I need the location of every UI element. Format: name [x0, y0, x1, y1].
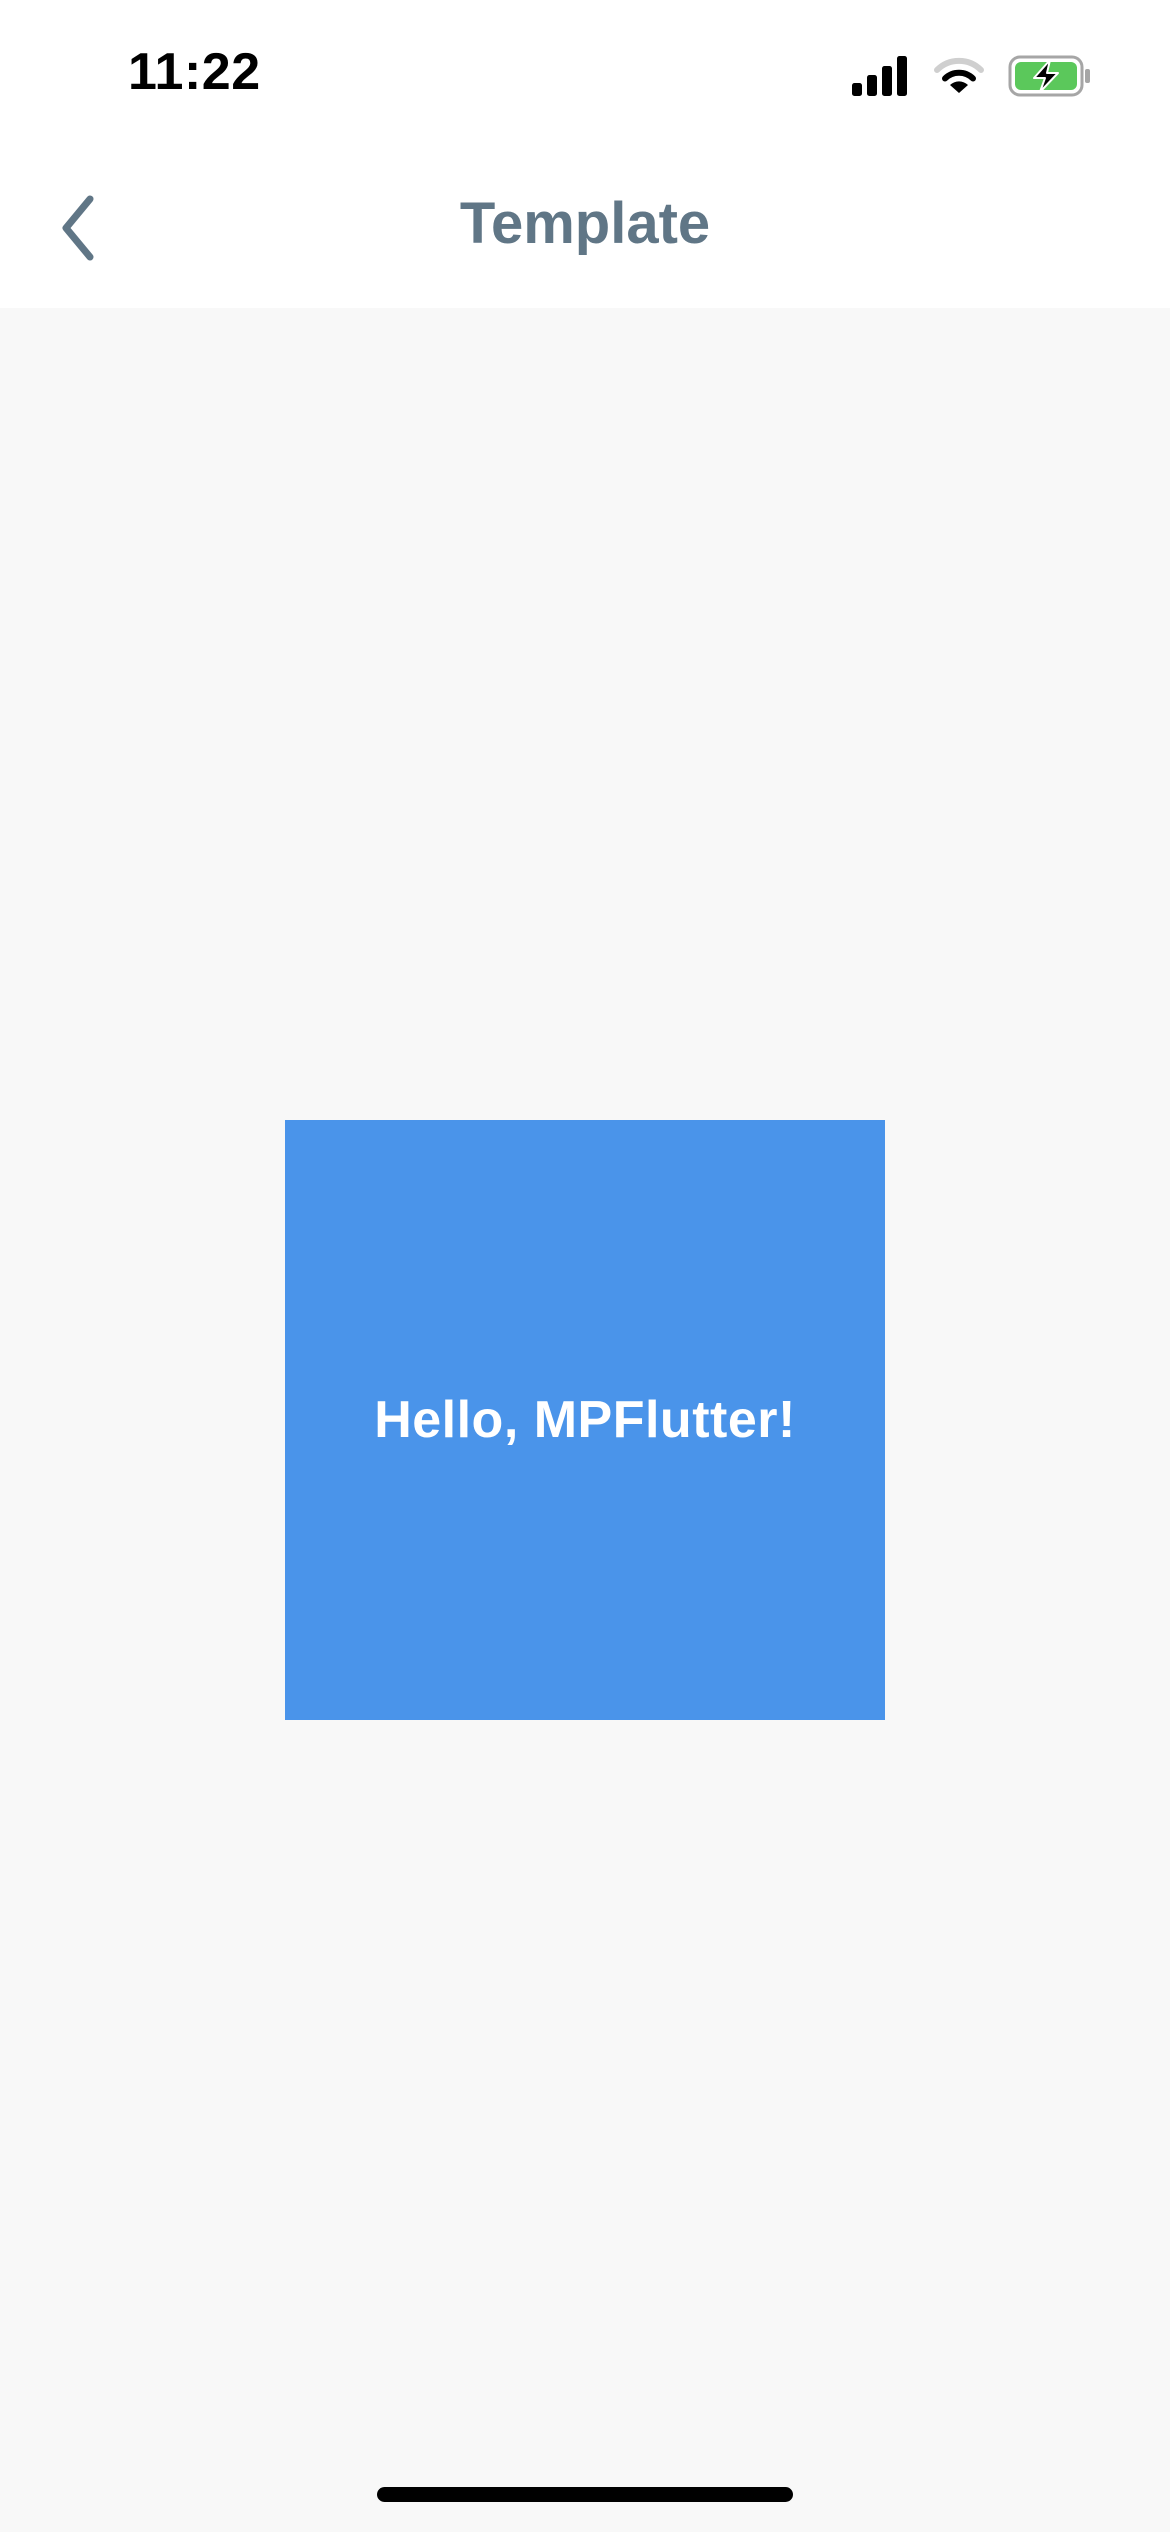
content-area: Hello, MPFlutter!: [0, 308, 1170, 2532]
home-indicator[interactable]: [377, 2487, 793, 2502]
hello-text: Hello, MPFlutter!: [374, 1391, 796, 1449]
page-title: Template: [459, 191, 711, 256]
status-bar: 11:22: [0, 0, 1170, 150]
hello-box: Hello, MPFlutter!: [285, 1120, 885, 1720]
wifi-icon: [934, 57, 984, 95]
battery-charging-icon: [1008, 55, 1092, 97]
app-screen: 11:22 Template Hello, MPFlutter!: [0, 0, 1170, 2532]
status-time: 11:22: [128, 43, 261, 101]
cellular-signal-icon: [852, 56, 910, 96]
navigation-bar: Template: [0, 150, 1170, 308]
status-icons: [852, 52, 1092, 100]
